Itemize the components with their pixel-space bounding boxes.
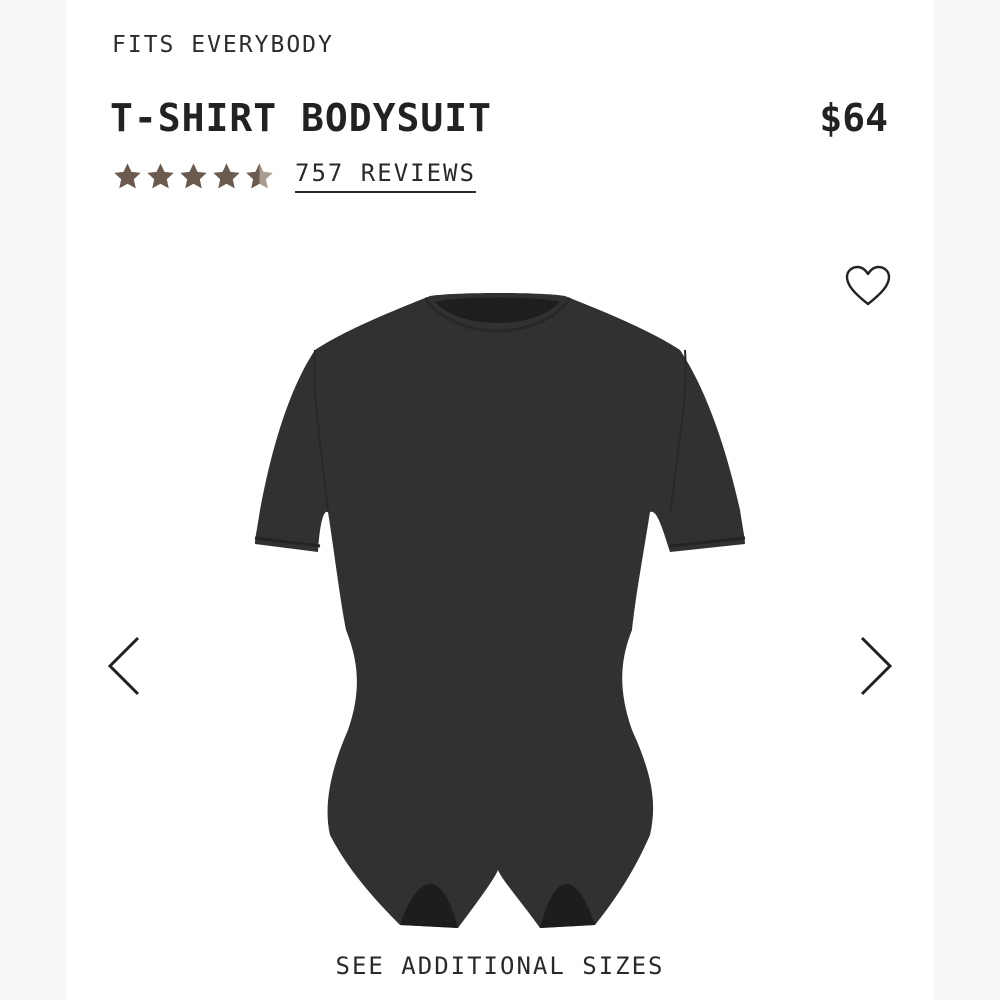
half-star-icon xyxy=(246,162,273,188)
see-additional-sizes-button[interactable]: SEE ADDITIONAL SIZES xyxy=(0,952,1000,980)
star-icon xyxy=(147,162,174,188)
product-title: T-SHIRT BODYSUIT xyxy=(110,96,493,140)
reviews-link[interactable]: 757 REVIEWS xyxy=(295,159,476,193)
star-icon xyxy=(180,162,207,188)
star-rating xyxy=(112,161,275,192)
heart-icon[interactable] xyxy=(844,264,892,308)
chevron-left-icon[interactable] xyxy=(104,634,144,698)
collection-label: FITS EVERYBODY xyxy=(112,32,334,58)
product-price: $64 xyxy=(819,96,888,140)
star-icon xyxy=(114,162,141,188)
rating-row: 757 REVIEWS xyxy=(112,156,476,196)
chevron-right-icon[interactable] xyxy=(856,634,896,698)
product-image xyxy=(254,293,746,928)
star-icon xyxy=(213,162,240,188)
